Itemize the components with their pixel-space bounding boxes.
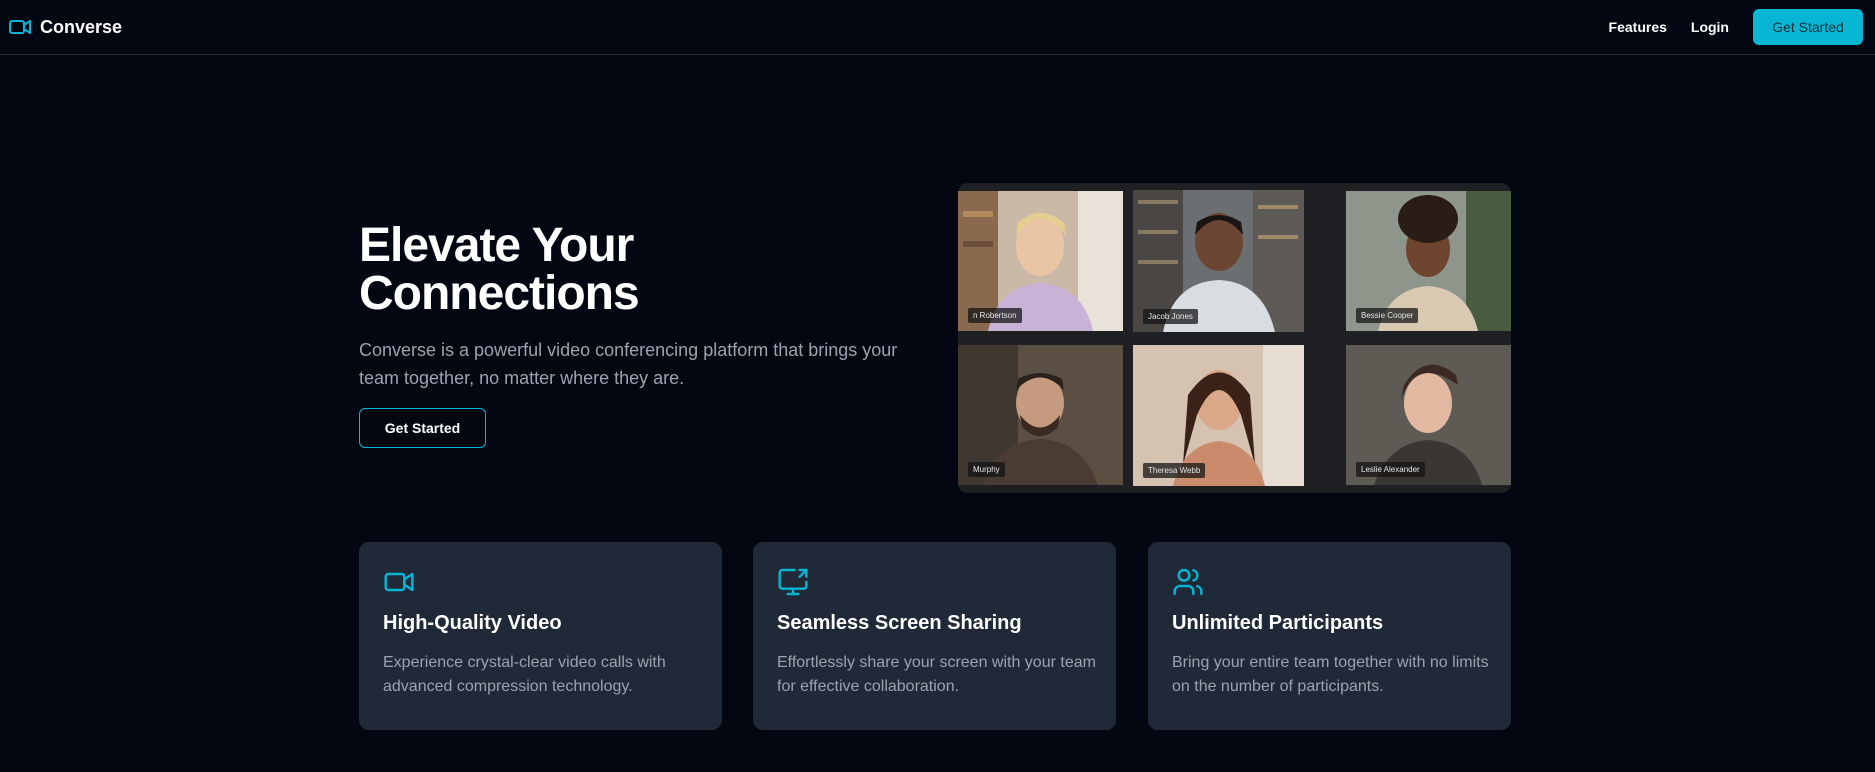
- video-tile: Theresa Webb: [1133, 345, 1304, 486]
- brand-name: Converse: [40, 16, 123, 37]
- hero-get-started-button[interactable]: Get Started: [359, 408, 486, 448]
- users-icon: [1172, 566, 1204, 598]
- hero-title-line-1: Elevate Your: [359, 219, 634, 272]
- feature-title: High-Quality Video: [383, 612, 562, 634]
- hero-title-line-2: Connections: [359, 267, 640, 320]
- hero-text: Elevate Your Connections Converse is a p…: [359, 222, 919, 448]
- participant-name: Jacob Jones: [1143, 309, 1198, 324]
- nav-link-login[interactable]: Login: [1691, 19, 1729, 35]
- feature-card-video: High-Quality Video Experience crystal-cl…: [359, 542, 722, 730]
- feature-description: Effortlessly share your screen with your…: [777, 654, 1096, 695]
- participant-name: n Robertson: [968, 308, 1022, 323]
- video-camera-icon: [8, 15, 32, 39]
- screen-share-icon: [777, 566, 809, 598]
- video-tile: n Robertson: [958, 191, 1123, 331]
- feature-title: Seamless Screen Sharing: [777, 612, 1022, 634]
- participant-name: Murphy: [968, 462, 1005, 477]
- feature-title: Unlimited Participants: [1172, 612, 1384, 634]
- participant-name: Theresa Webb: [1143, 463, 1206, 478]
- feature-description: Experience crystal-clear video calls wit…: [383, 654, 666, 695]
- video-camera-icon: [383, 566, 415, 598]
- video-tile: Bessie Cooper: [1346, 191, 1511, 331]
- main-nav: Features Login Get Started: [1609, 9, 1863, 45]
- video-tile-active: Jacob Jones: [1133, 190, 1304, 332]
- video-tile: Leslie Alexander: [1346, 345, 1511, 485]
- feature-description: Bring your entire team together with no …: [1172, 654, 1489, 695]
- participant-name: Leslie Alexander: [1356, 462, 1425, 477]
- video-tile: Murphy: [958, 345, 1123, 485]
- participant-name: Bessie Cooper: [1356, 308, 1419, 323]
- brand[interactable]: Converse: [8, 15, 122, 39]
- site-header: Converse Features Login Get Started: [0, 0, 1875, 55]
- hero-title: Elevate Your Connections: [359, 222, 919, 318]
- feature-card-participants: Unlimited Participants Bring your entire…: [1148, 542, 1511, 730]
- nav-link-features[interactable]: Features: [1609, 19, 1667, 35]
- header-get-started-button[interactable]: Get Started: [1753, 9, 1863, 45]
- hero-subtitle: Converse is a powerful video conferencin…: [359, 340, 898, 388]
- feature-card-screen-share: Seamless Screen Sharing Effortlessly sha…: [753, 542, 1116, 730]
- video-grid-image: n Robertson Jacob Jones Bessie Cooper Mu…: [958, 183, 1511, 493]
